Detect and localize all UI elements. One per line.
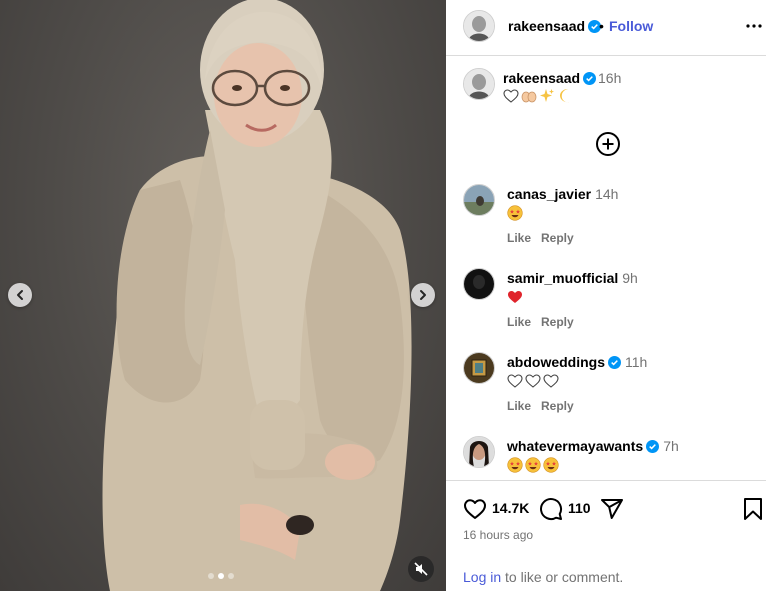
post-timestamp[interactable]: 16 hours ago [463, 528, 533, 542]
comment-actions: Like Reply [507, 231, 584, 245]
reply-button[interactable]: Reply [541, 231, 574, 245]
author-username-text[interactable]: rakeensaad [508, 18, 585, 34]
commenter-avatar[interactable] [463, 352, 495, 384]
crescent-moon-emoji-icon [560, 89, 569, 103]
login-prompt-text: to like or comment. [501, 569, 624, 585]
commenter-avatar[interactable] [463, 184, 495, 216]
speaker-muted-icon [414, 562, 428, 576]
commenter-username[interactable]: samir_muofficial 9h [507, 270, 638, 286]
carousel-dot [228, 573, 234, 579]
caption-avatar[interactable] [463, 68, 495, 100]
comment-text [507, 204, 523, 222]
comment-text [507, 372, 559, 390]
sparkles-emoji-icon [540, 89, 554, 102]
circle-plus-icon[interactable] [595, 131, 621, 157]
like-comment-button[interactable]: Like [507, 315, 531, 329]
palms-up-emoji-icon [521, 91, 537, 103]
white-heart-emoji-icon [525, 374, 541, 388]
post-header: rakeensaad • Follow [446, 0, 766, 56]
login-prompt: Log in to like or comment. [463, 569, 623, 585]
reply-button[interactable]: Reply [541, 315, 574, 329]
commenter-username-text[interactable]: canas_javier [507, 186, 591, 202]
post-photo [102, 0, 412, 591]
bookmark-icon [744, 498, 762, 520]
verified-badge-icon [583, 72, 597, 85]
verified-badge-icon [646, 440, 660, 453]
carousel-next-button[interactable] [411, 283, 435, 307]
red-heart-emoji-icon [508, 291, 522, 303]
heart-icon [464, 499, 486, 519]
reply-button[interactable]: Reply [541, 399, 574, 413]
commenter-avatar[interactable] [463, 436, 495, 468]
comment-actions: Like Reply [507, 399, 584, 413]
chevron-right-icon [420, 290, 426, 300]
comment-item: canas_javier 14h Like Reply [446, 184, 766, 264]
commenter-username[interactable]: abdoweddings 11h [507, 354, 647, 370]
author-avatar[interactable] [463, 10, 495, 42]
comment-item: abdoweddings 11h Like Reply [446, 352, 766, 432]
commenter-username-text[interactable]: samir_muofficial [507, 270, 618, 286]
verified-badge-icon [608, 356, 621, 369]
like-comment-button[interactable]: Like [507, 399, 531, 413]
comment-time: 9h [622, 270, 638, 286]
header-separator: • [599, 18, 604, 34]
commenter-username[interactable]: whatevermayawants 7h [507, 438, 679, 454]
caption-username-text[interactable]: rakeensaad [503, 70, 580, 86]
white-heart-emoji-icon [507, 374, 523, 388]
post-footer: 14.7K 110 16 hours ago Log in to like or… [446, 480, 766, 591]
mute-toggle-button[interactable] [408, 556, 434, 582]
login-link[interactable]: Log in [463, 569, 501, 585]
comment-item: whatevermayawants 7h [446, 436, 766, 480]
comment-text [507, 288, 523, 306]
caption-time: 16h [598, 70, 622, 86]
star-struck-emoji-icon [507, 457, 523, 473]
follow-button[interactable]: Follow [609, 18, 653, 34]
caption-username[interactable]: rakeensaad [503, 70, 597, 86]
carousel-dot [208, 573, 214, 579]
like-count[interactable]: 14.7K [492, 500, 529, 516]
star-struck-emoji-icon [507, 205, 523, 221]
comment-item: samir_muofficial 9h Like Reply [446, 268, 766, 348]
commenter-avatar[interactable] [463, 268, 495, 300]
chevron-left-icon [17, 290, 23, 300]
comment-time: 14h [595, 186, 619, 202]
commenter-username-text[interactable]: abdoweddings [507, 354, 605, 370]
comment-text [507, 456, 559, 474]
star-struck-emoji-icon [525, 457, 541, 473]
author-username[interactable]: rakeensaad [508, 18, 602, 34]
post-media[interactable] [0, 0, 446, 591]
save-button[interactable] [743, 497, 763, 521]
like-button[interactable] [463, 497, 487, 521]
star-struck-emoji-icon [543, 457, 559, 473]
more-horizontal-icon[interactable] [745, 18, 763, 34]
caption-text [503, 86, 573, 106]
post-sidebar: rakeensaad • Follow rakeensaad 16h canas… [446, 0, 766, 591]
carousel-indicator [208, 573, 234, 579]
white-heart-emoji-icon [543, 374, 559, 388]
comment-time: 7h [663, 438, 679, 454]
comment-count: 110 [568, 500, 591, 516]
carousel-prev-button[interactable] [8, 283, 32, 307]
commenter-username-text[interactable]: whatevermayawants [507, 438, 643, 454]
comment-time: 11h [625, 354, 648, 370]
carousel-dot-active [218, 573, 224, 579]
comment-button[interactable] [539, 497, 563, 521]
comment-actions: Like Reply [507, 315, 584, 329]
like-comment-button[interactable]: Like [507, 231, 531, 245]
comment-bubble-icon [540, 498, 563, 521]
share-button[interactable] [600, 497, 624, 521]
paper-plane-icon [601, 499, 623, 519]
commenter-username[interactable]: canas_javier 14h [507, 186, 618, 202]
white-heart-emoji-icon [503, 89, 519, 103]
